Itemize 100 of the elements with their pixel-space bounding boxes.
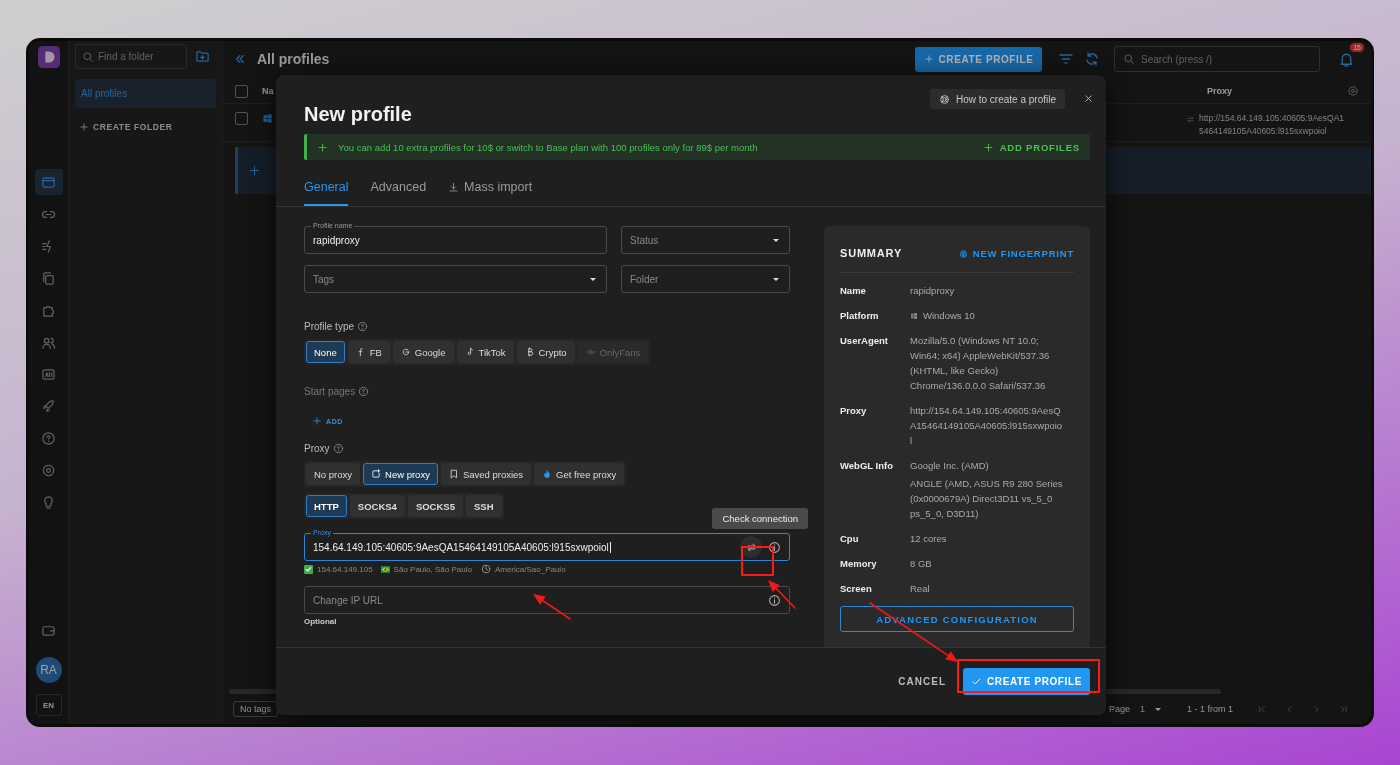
tooltip: Check connection	[712, 508, 808, 529]
summary-value: 8 GB	[910, 557, 932, 571]
field-hint: Optional	[304, 617, 337, 626]
profile-type-option[interactable]: Crypto	[516, 341, 575, 363]
wallet-icon[interactable]	[41, 623, 56, 638]
column-header: Na	[262, 86, 274, 96]
summary-value: ps_5_0, D3D11)	[910, 507, 979, 521]
proxy-mode-option[interactable]: New proxy	[363, 463, 438, 485]
profile-type-option[interactable]: FB	[347, 341, 390, 363]
cancel-button[interactable]: CANCEL	[898, 676, 946, 687]
change-ip-url-field[interactable]: Change IP URL	[304, 586, 790, 614]
summary-value: ANGLE (AMD, ASUS R9 280 Series	[910, 477, 1063, 491]
summary-label: Memory	[840, 557, 878, 571]
help-icon[interactable]	[358, 386, 370, 397]
checkbox[interactable]	[235, 112, 248, 125]
column-header: Proxy	[1207, 86, 1233, 96]
plus-icon	[312, 416, 322, 426]
summary-label: Cpu	[840, 532, 860, 546]
new-fingerprint-button[interactable]: NEW FINGERPRINT	[957, 247, 1074, 259]
location-text: São Paulo, São Paulo	[393, 564, 472, 574]
new-folder-icon[interactable]	[195, 49, 210, 64]
help-icon[interactable]	[357, 321, 369, 332]
proxy-mode-option[interactable]: Saved proxies	[440, 463, 532, 485]
flag-icon	[380, 565, 390, 573]
protocol-option[interactable]: SOCKS4	[349, 495, 405, 517]
annotation-arrow	[768, 580, 796, 609]
summary-value: (0x0000679A) Direct3D11 vs_5_0	[910, 492, 1053, 506]
logo-icon	[37, 46, 60, 68]
page-title: All profiles	[257, 51, 330, 67]
first-page-icon[interactable]	[1257, 703, 1268, 715]
proxy-mode-option[interactable]: No proxy	[306, 463, 360, 485]
tab[interactable]: Mass import	[448, 170, 533, 206]
summary-label: WebGL Info	[840, 459, 894, 473]
checkmark-icon	[304, 564, 313, 574]
info-icon[interactable]	[768, 540, 781, 554]
summary-value: http://154.64.149.105:40605:9AesQ	[910, 404, 1061, 418]
help-icon[interactable]	[332, 443, 344, 454]
summary-label: Platform	[840, 309, 880, 323]
lifebuoy-icon	[938, 93, 950, 105]
create-profile-button[interactable]: CREATE PROFILE	[963, 668, 1090, 695]
tab[interactable]: General	[304, 170, 349, 206]
add-profiles-button[interactable]: ADD PROFILES	[982, 141, 1080, 153]
info-icon[interactable]	[768, 593, 781, 607]
plus-icon	[317, 141, 328, 153]
summary-label: UserAgent	[840, 334, 890, 348]
filter-icon[interactable]	[1058, 51, 1074, 67]
summary-value: Real	[910, 582, 930, 596]
add-window-icon	[371, 469, 381, 479]
status-select[interactable]: Status	[621, 226, 790, 254]
summary-label: Name	[840, 284, 867, 298]
search-icon	[82, 50, 94, 63]
windows-icon	[262, 113, 273, 124]
flame-icon	[542, 469, 553, 479]
summary-label: Screen	[840, 582, 873, 596]
proxy-mode-option[interactable]: Get free proxy	[534, 463, 625, 485]
close-icon[interactable]	[1083, 93, 1094, 104]
summary-value: l	[910, 434, 913, 448]
last-page-icon[interactable]	[1338, 703, 1349, 715]
folder-select[interactable]: Folder	[621, 265, 790, 293]
collapse-icon[interactable]	[233, 52, 247, 66]
key-icon	[585, 347, 596, 357]
user-avatar[interactable]: RA	[35, 657, 62, 683]
summary-value: 12 cores	[910, 532, 947, 546]
timezone-text: America/Sao_Paulo	[494, 564, 566, 574]
tab[interactable]: Advanced	[370, 170, 427, 206]
bell-icon[interactable]	[1338, 50, 1355, 68]
page-label: Page	[1108, 704, 1130, 714]
g-logo-icon	[400, 347, 411, 357]
bookmark-icon	[448, 469, 459, 479]
windows-icon	[910, 311, 918, 320]
profile-type-option[interactable]: None	[306, 341, 345, 363]
ip-address: 154.64.149.105	[317, 564, 373, 574]
summary-value: rapidproxy	[910, 284, 955, 298]
summary-value: Win64; x64) AppleWebKit/537.36	[910, 349, 1050, 363]
fingerprint-icon	[957, 247, 969, 259]
search-field[interactable]: Search (press /)	[1114, 46, 1320, 72]
page-select[interactable]: 1	[1139, 704, 1163, 714]
summary-value: Chrome/136.0.0.0 Safari/537.36	[910, 379, 1046, 393]
language-button[interactable]: EN	[35, 694, 62, 716]
refresh-icon[interactable]	[1084, 51, 1100, 67]
protocol-option[interactable]: SSH	[465, 495, 502, 517]
browser-icon[interactable]	[34, 169, 63, 195]
settings-icon[interactable]	[1347, 85, 1359, 97]
tags-select[interactable]: Tags	[304, 265, 607, 293]
checkmark-icon	[971, 676, 983, 687]
summary-label: Proxy	[840, 404, 868, 418]
checkbox[interactable]	[235, 84, 248, 98]
plus-icon	[79, 122, 89, 132]
swap-icon	[1186, 115, 1195, 124]
section-label: Start pages	[304, 386, 356, 397]
banner-text: You can add 10 extra profiles for 10$ or switch to Base plan with 100 profiles only for 89$ per month	[338, 141, 758, 153]
plus-icon	[923, 54, 934, 64]
clock-icon	[480, 564, 491, 574]
help-button[interactable]: How to create a profile	[929, 89, 1065, 109]
profile-type-option[interactable]: Google	[392, 341, 454, 363]
create-folder-button[interactable]: CREATE FOLDER	[75, 122, 173, 132]
summary-title: SUMMARY	[840, 247, 903, 259]
profile-type-option[interactable]: TikTok	[456, 341, 514, 363]
protocol-option[interactable]: SOCKS5	[407, 495, 463, 517]
protocol-option[interactable]: HTTP	[306, 495, 347, 517]
